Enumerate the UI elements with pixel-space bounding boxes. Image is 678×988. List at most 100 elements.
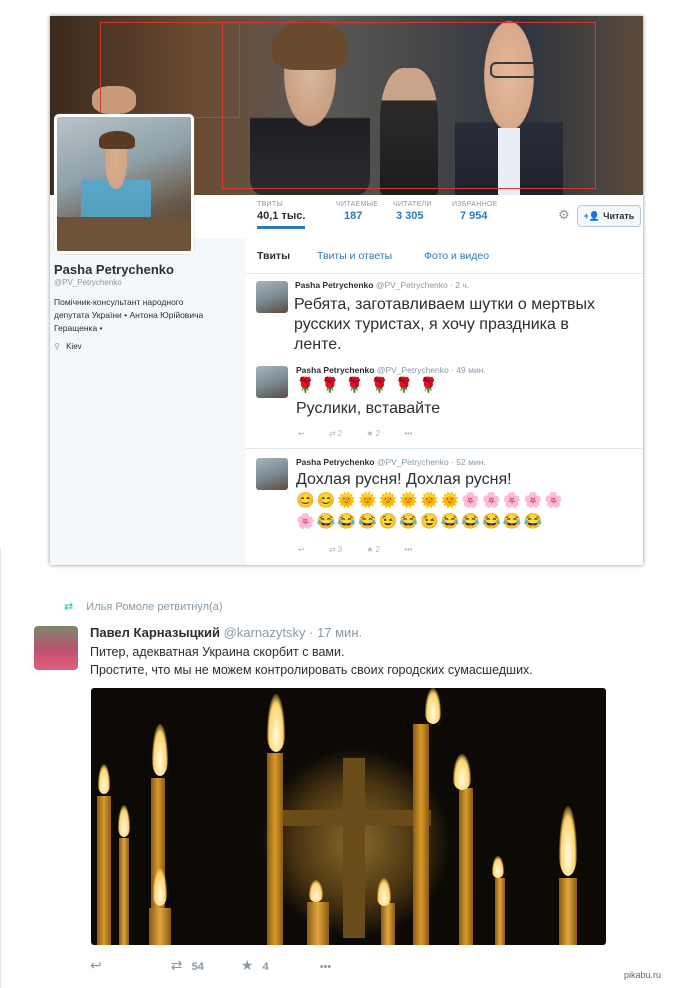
- profile-bio-line: депутата України • Антона Юрійовича: [54, 310, 204, 320]
- banner-red-frame-outer: [100, 22, 240, 118]
- tweet-emoji-line: 🌹🌹🌹🌹🌹🌹: [296, 377, 445, 394]
- candle-flame: [98, 764, 110, 794]
- candle: [149, 908, 171, 945]
- stat-followers-value: 3 305: [396, 210, 424, 222]
- stat-favorites-value: 7 954: [460, 210, 488, 222]
- avatar-table: [57, 217, 191, 251]
- tweet-actions: ↩ ⇄ 2 ★ 2 •••: [298, 429, 435, 438]
- tweet-text-line: Простите, что мы не можем контролировать…: [90, 663, 533, 677]
- tweet-author-name: Pasha Petrychenko: [295, 280, 374, 290]
- stat-following-value: 187: [344, 210, 363, 222]
- tweet-author[interactable]: Pasha Petrychenko @PV_Petrychenko · 52 м…: [296, 457, 486, 467]
- tweet-item[interactable]: Pasha Petrychenko @PV_Petrychenko · 2 ч.…: [246, 274, 643, 360]
- retweet-icon[interactable]: ⇄: [329, 545, 336, 554]
- profile-avatar[interactable]: [54, 114, 194, 254]
- candle-flame: [118, 805, 130, 837]
- more-icon[interactable]: •••: [404, 429, 412, 438]
- reply-icon[interactable]: ↩: [298, 545, 305, 554]
- tab-tweets-and-replies[interactable]: Твиты и ответы: [317, 250, 392, 262]
- reply-icon[interactable]: ↩: [90, 957, 102, 973]
- crucifix-vertical: [343, 758, 365, 938]
- candle: [381, 903, 395, 945]
- tweet-author[interactable]: Павел Карназыцкий @karnazytsky · 17 мин.: [90, 625, 362, 640]
- stat-tweets-label: ТВИТЫ: [257, 201, 283, 208]
- tweet-avatar[interactable]: [34, 626, 78, 670]
- favorite-icon[interactable]: ★: [366, 545, 373, 554]
- tweet-text-line: ленте.: [294, 336, 342, 353]
- retweet-count: 3: [337, 545, 343, 554]
- follow-button[interactable]: +👤 Читать: [577, 205, 641, 227]
- tweet-avatar[interactable]: [256, 458, 288, 490]
- tweet-text-line: Питер, адекватная Украина скорбит с вами…: [90, 645, 345, 659]
- candle: [267, 753, 283, 945]
- location-pin-icon: ⚲: [54, 342, 60, 351]
- more-icon[interactable]: •••: [404, 545, 412, 554]
- candle: [459, 788, 473, 945]
- profile-bio-line: Помічник-консультант народного: [54, 297, 184, 307]
- favorite-icon[interactable]: ★: [366, 429, 373, 438]
- candle: [413, 724, 429, 945]
- retweet-icon[interactable]: ⇄: [171, 957, 183, 973]
- stat-favorites-label: ИЗБРАННОЕ: [452, 201, 498, 208]
- profile-sidebar: [50, 239, 246, 565]
- tweet-avatar[interactable]: [256, 366, 288, 398]
- candle: [97, 796, 111, 945]
- candle: [559, 878, 577, 945]
- candle-flame: [492, 856, 504, 878]
- stat-tweets[interactable]: ТВИТЫ 40,1 тыс.: [257, 201, 306, 229]
- gear-icon[interactable]: ⚙: [558, 207, 570, 223]
- tab-tweets[interactable]: Твиты: [257, 250, 290, 262]
- retweet-icon[interactable]: ⇄: [329, 429, 336, 438]
- page-edge-line: [0, 548, 1, 988]
- more-icon[interactable]: •••: [320, 961, 332, 973]
- profile-name[interactable]: Pasha Petrychenko: [54, 262, 174, 277]
- tweet-item[interactable]: Pasha Petrychenko @PV_Petrychenko · 49 м…: [246, 359, 643, 449]
- stat-followers-label: ЧИТАТЕЛИ: [393, 201, 432, 208]
- stat-favorites[interactable]: ИЗБРАННОЕ 7 954: [452, 201, 498, 222]
- tweet-author[interactable]: Pasha Petrychenko @PV_Petrychenko · 2 ч.: [295, 280, 469, 290]
- stat-tweets-value: 40,1 тыс.: [257, 210, 306, 222]
- tweet-meta: @PV_Petrychenko · 49 мин.: [376, 365, 486, 375]
- stat-following-label: ЧИТАЕМЫЕ: [336, 201, 379, 208]
- candle-flame: [267, 694, 285, 752]
- tweet-avatar[interactable]: [256, 281, 288, 313]
- tweet-text-line: русских туристах, я хочу праздника в: [294, 316, 569, 333]
- banner-red-frame-inner: [222, 22, 596, 189]
- avatar-hair: [99, 131, 135, 149]
- reply-icon[interactable]: ↩: [298, 429, 305, 438]
- stat-followers[interactable]: ЧИТАТЕЛИ 3 305: [393, 201, 432, 222]
- tweet-meta: @PV_Petrychenko · 2 ч.: [375, 280, 470, 290]
- candle-flame: [453, 754, 471, 790]
- retweet-context-icon: ⇄: [64, 601, 74, 613]
- tweet-emoji-line: 🌸😂😂😂😉😂😉😂😂😂😂😂: [296, 513, 545, 530]
- favorite-count: 2: [375, 429, 380, 438]
- favorite-count: 4: [262, 961, 269, 973]
- candle: [495, 878, 505, 945]
- add-user-icon: +👤: [583, 210, 601, 221]
- crucifix-horizontal: [281, 810, 431, 826]
- candle-flame: [559, 806, 577, 876]
- tab-photos-and-videos[interactable]: Фото и видео: [424, 250, 489, 262]
- tweet-meta: @PV_Petrychenko · 52 мин.: [376, 457, 486, 467]
- candle: [119, 838, 129, 945]
- tweet-author[interactable]: Pasha Petrychenko @PV_Petrychenko · 49 м…: [296, 365, 486, 375]
- retweet-count: 54: [191, 961, 204, 973]
- profile-location: ⚲ Kiev: [54, 342, 82, 351]
- tweet-emoji-line: 😊😊🌞🌞🌞🌞🌞🌞🌸🌸🌸🌸🌸: [296, 492, 565, 509]
- tweet-text: Ребята, заготавливаем шутки о мертвых ру…: [294, 295, 595, 355]
- profile-location-text: Kiev: [66, 342, 82, 351]
- profile-bio: Помічник-консультант народного депутата …: [54, 296, 234, 335]
- tweet-author-name: Pasha Petrychenko: [296, 457, 375, 467]
- retweet-count: 2: [337, 429, 343, 438]
- profile-handle: @PV_Petrychenko: [54, 278, 122, 287]
- favorite-icon[interactable]: ★: [241, 957, 254, 973]
- tweet-item[interactable]: Pasha Petrychenko @PV_Petrychenko · 52 м…: [246, 449, 643, 565]
- stat-following[interactable]: ЧИТАЕМЫЕ 187: [336, 201, 378, 222]
- retweet-context[interactable]: ⇄ Илья Ромоле ретвитнул(а): [64, 600, 222, 613]
- tweet-meta: @karnazytsky · 17 мин.: [223, 625, 363, 640]
- tweet-photo-candles[interactable]: [91, 688, 606, 945]
- tweet-author-name: Pasha Petrychenko: [296, 365, 375, 375]
- candle-flame: [425, 688, 441, 724]
- profile-bio-line: Геращенка •: [54, 323, 103, 333]
- profile-screenshot: ТВИТЫ 40,1 тыс. ЧИТАЕМЫЕ 187 ЧИТАТЕЛИ 3 …: [50, 16, 643, 565]
